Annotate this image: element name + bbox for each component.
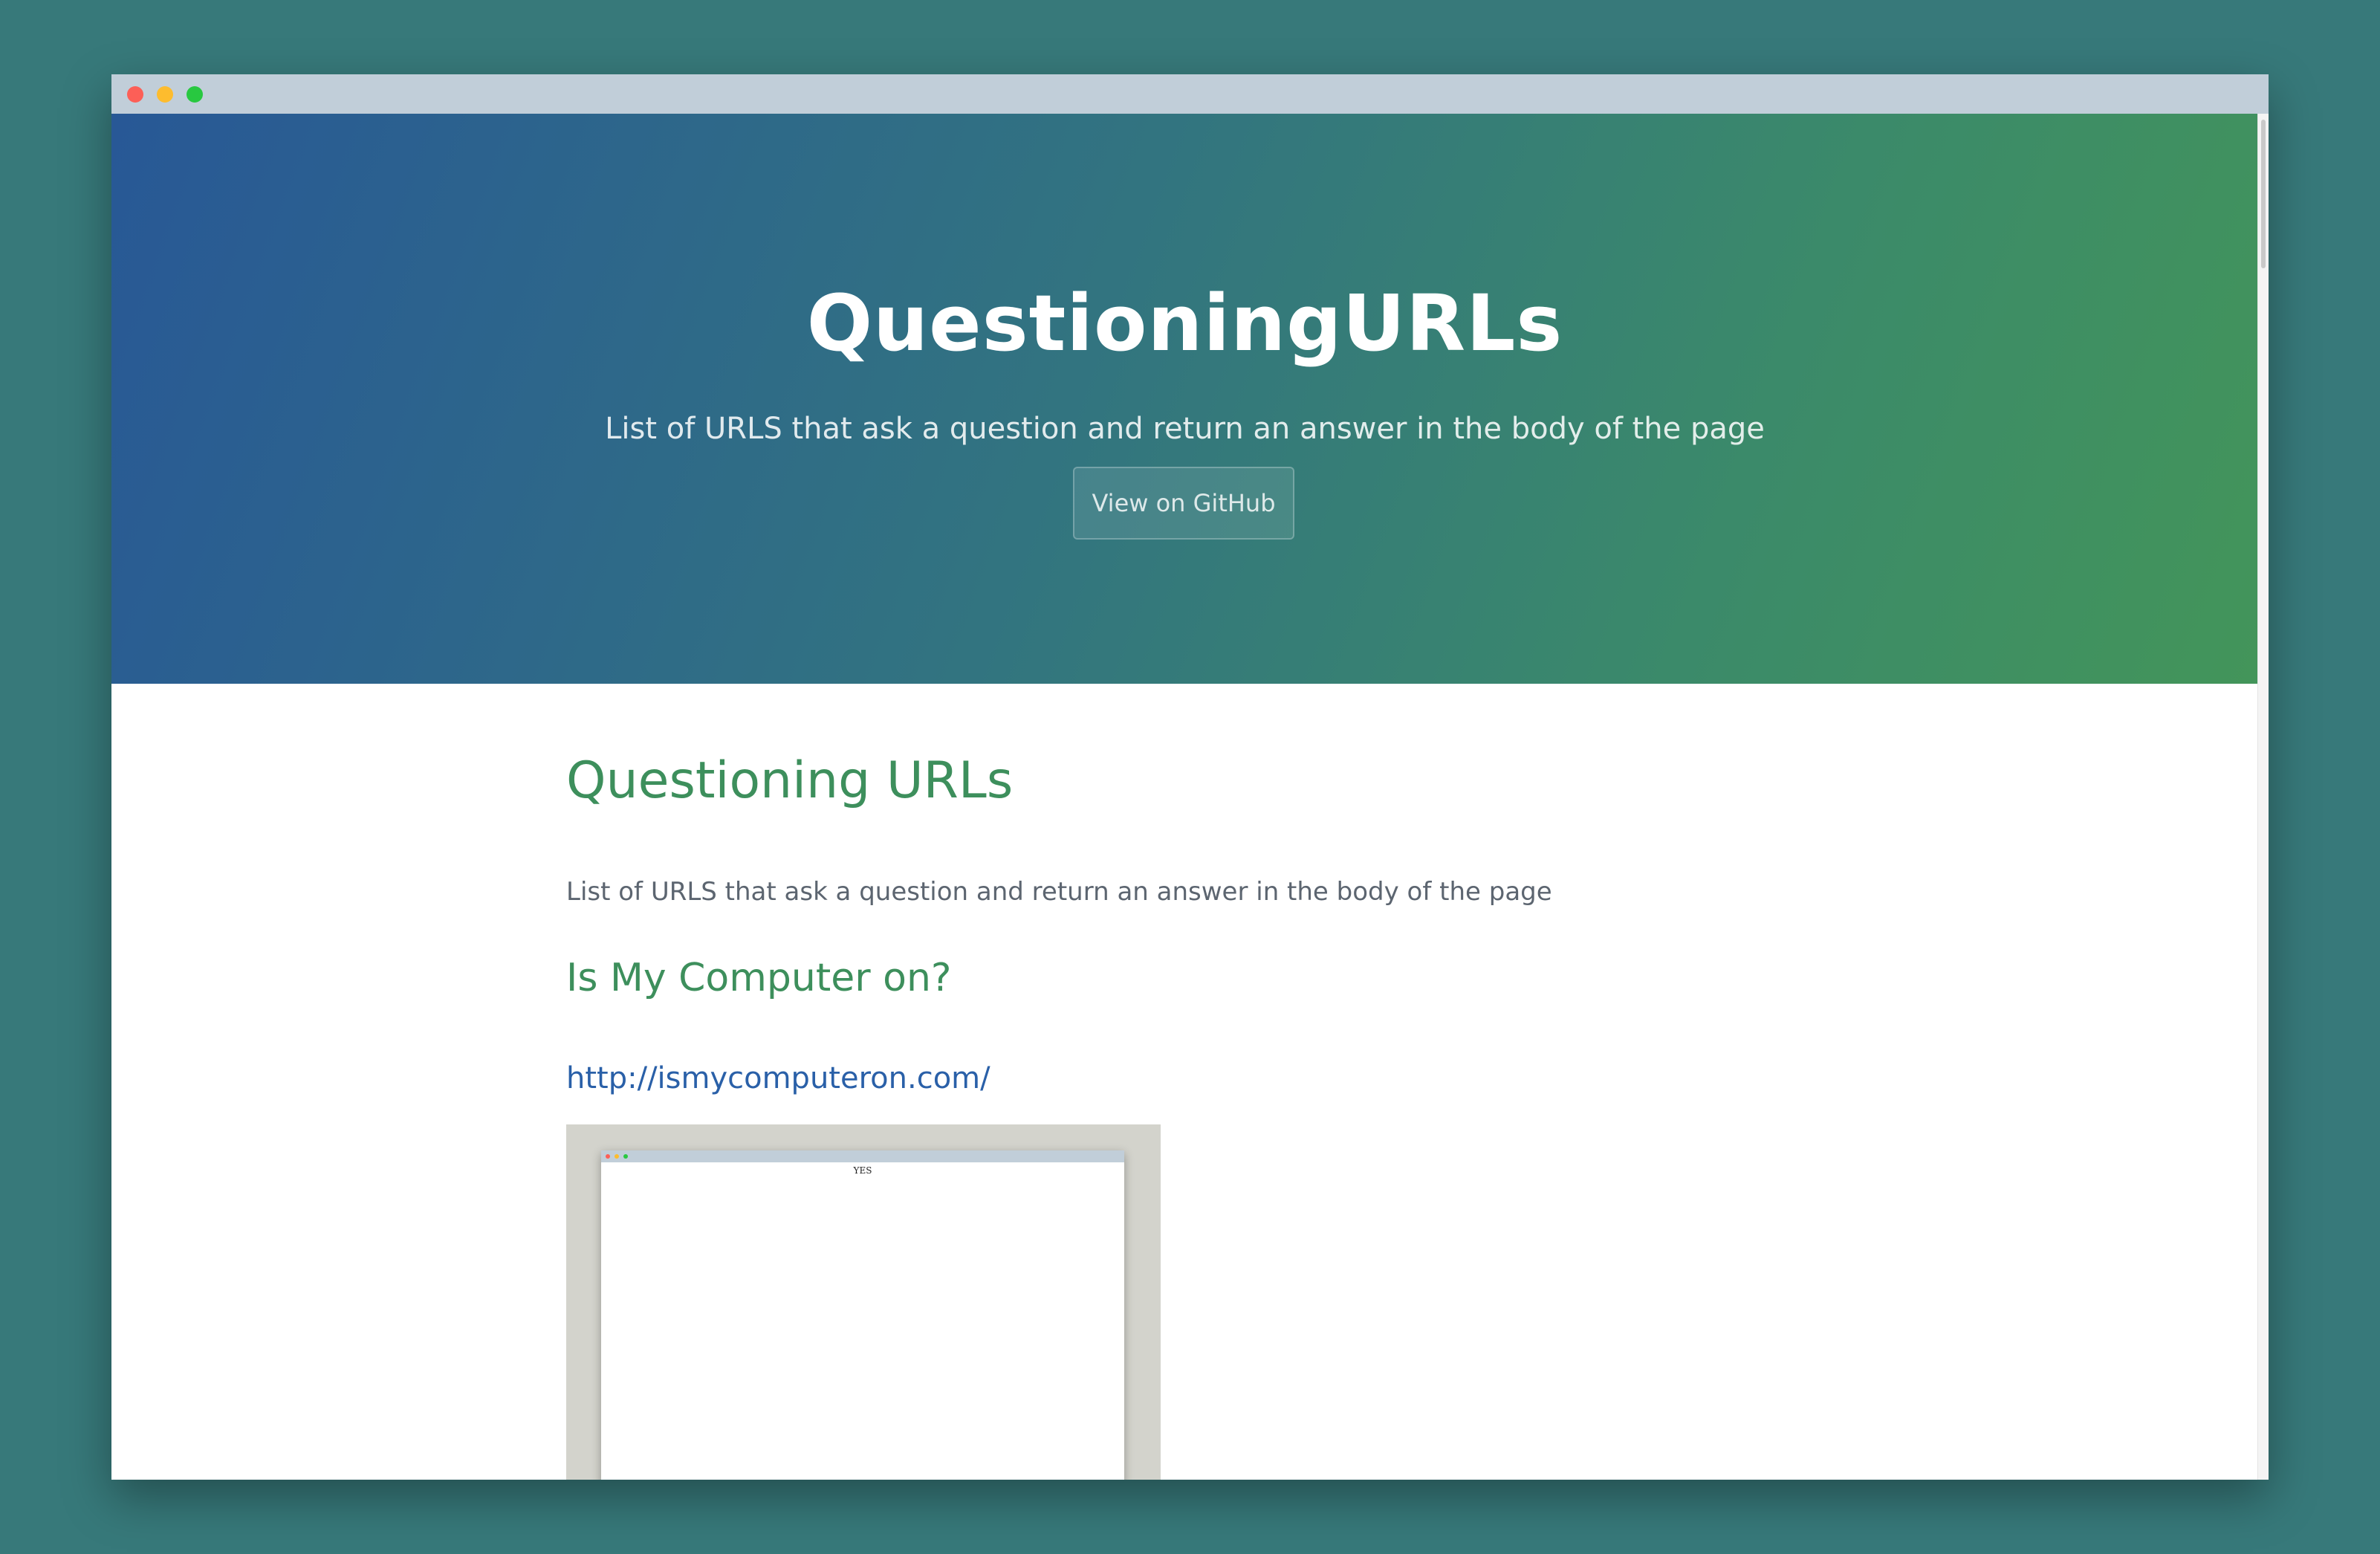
preview-titlebar (601, 1150, 1124, 1162)
hero-tagline: List of URLS that ask a question and ret… (605, 412, 1765, 446)
view-on-github-button[interactable]: View on GitHub (1073, 467, 1294, 540)
scrollbar-thumb[interactable] (2261, 120, 2266, 268)
page-title: Questioning URLs (566, 751, 1014, 810)
preview-answer-text: YES (853, 1165, 872, 1176)
section-heading: Is My Computer on? (566, 956, 952, 1000)
preview-maximize-dot (623, 1154, 628, 1159)
hero-header: QuestioningURLs List of URLS that ask a … (111, 114, 2258, 684)
hero-title: QuestioningURLs (806, 278, 1563, 369)
preview-browser-window: YES (601, 1150, 1124, 1480)
close-window-button[interactable] (127, 86, 143, 103)
page-viewport: QuestioningURLs List of URLS that ask a … (111, 114, 2258, 1480)
preview-minimize-dot (615, 1154, 619, 1159)
minimize-window-button[interactable] (157, 86, 173, 103)
section-link[interactable]: http://ismycomputeron.com/ (566, 1061, 990, 1096)
vertical-scrollbar[interactable] (2257, 114, 2269, 1480)
maximize-window-button[interactable] (187, 86, 203, 103)
site-preview-screenshot: YES (566, 1124, 1161, 1480)
browser-window: QuestioningURLs List of URLS that ask a … (111, 74, 2269, 1480)
window-titlebar (111, 74, 2269, 114)
preview-close-dot (606, 1154, 610, 1159)
page-description: List of URLS that ask a question and ret… (566, 877, 1552, 907)
